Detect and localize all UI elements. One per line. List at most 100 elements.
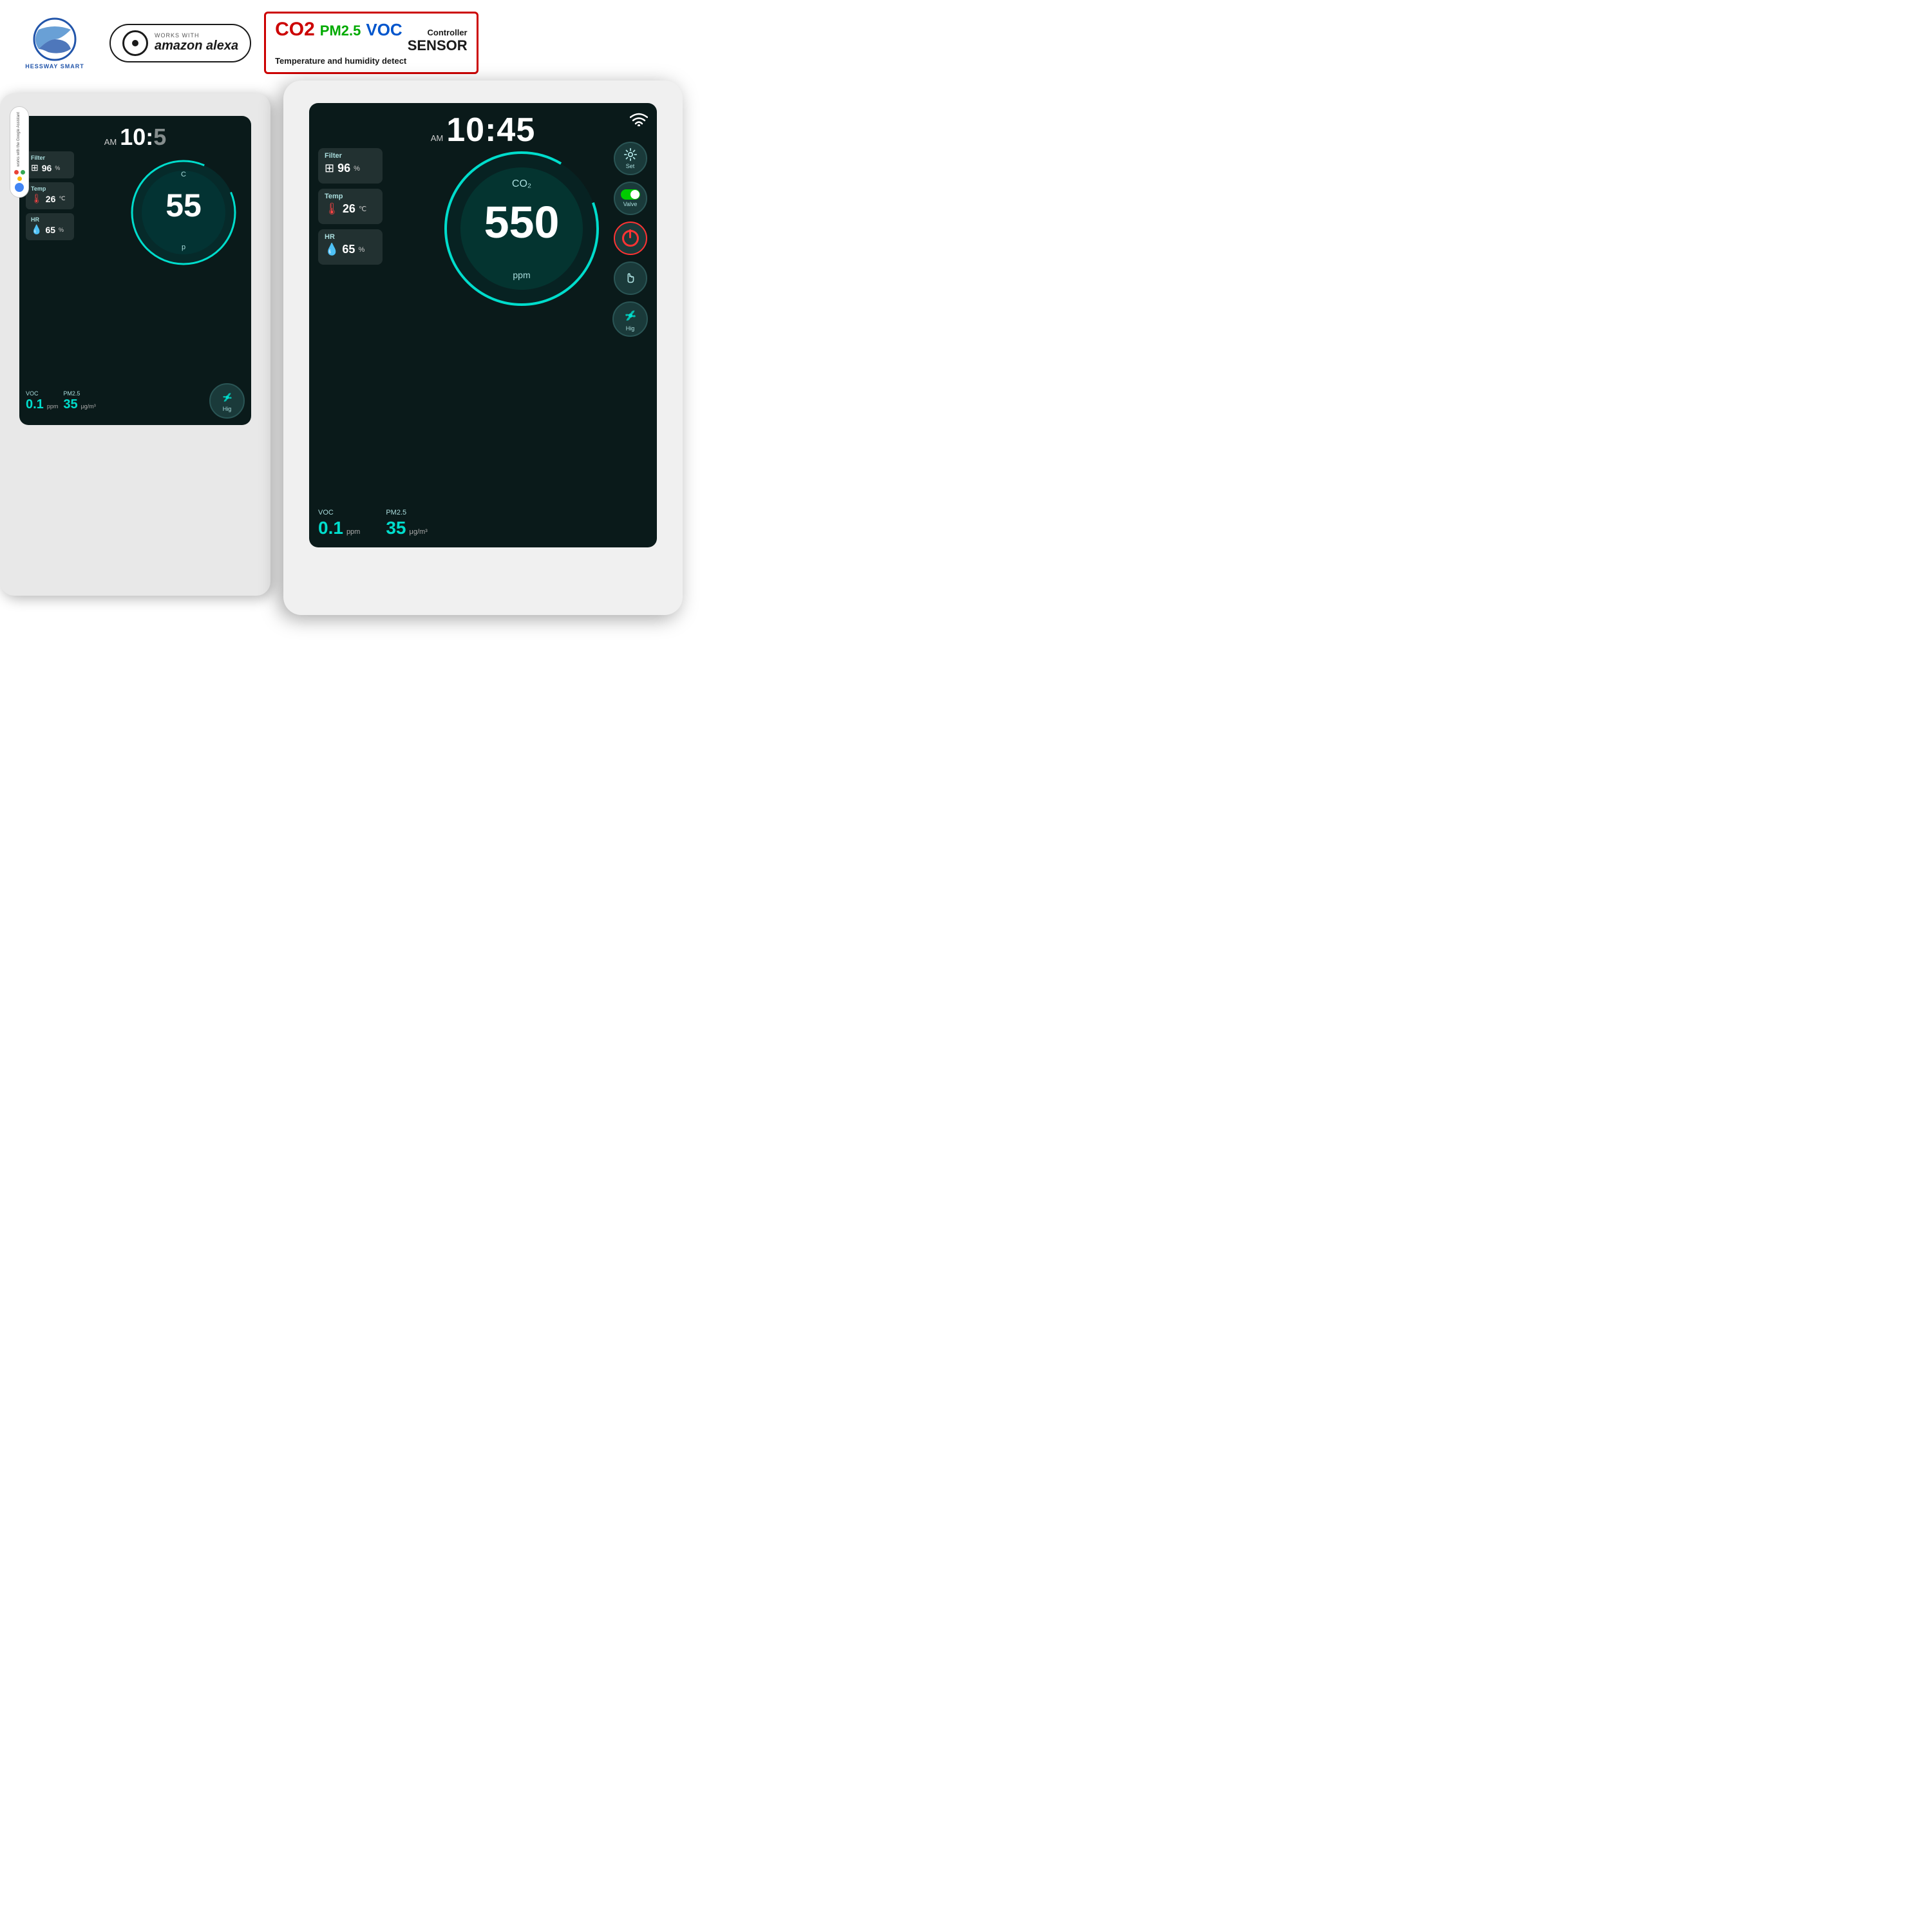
google-dot-red: [14, 170, 19, 175]
front-voc-unit: ppm: [346, 528, 360, 536]
temp-humid-label: Temperature and humidity detect: [275, 56, 406, 66]
power-button[interactable]: [614, 222, 647, 255]
back-hig-btn-container: Hig: [209, 383, 245, 419]
front-bottom-readings: VOC 0.1 ppm PM2.5 35 μg/m³: [318, 509, 648, 538]
device-front-screen-content: AM 10:45 Filter ⊞ 96 % Temp: [309, 103, 657, 547]
valve-toggle-knob: [630, 190, 639, 199]
back-co2-ppm: p: [182, 243, 185, 251]
front-voc-group: VOC 0.1 ppm: [318, 509, 360, 538]
front-co2-value: 550: [484, 196, 560, 248]
hessway-logo-icon: [26, 17, 84, 62]
back-bottom-readings: VOC 0.1 ppm PM2.5 35 μg/m³: [26, 383, 245, 419]
front-temp-title: Temp: [325, 193, 376, 200]
sensor-info-box: CO2 PM2.5 VOC Controller SENSOR Temperat…: [264, 12, 478, 74]
valve-label: Valve: [623, 201, 638, 207]
back-temp-card: Temp 🌡 26 ℃: [26, 182, 74, 209]
set-label: Set: [626, 163, 635, 169]
front-filter-title: Filter: [325, 152, 376, 160]
back-voc-value: 0.1: [26, 397, 44, 412]
google-dots-row1: [14, 170, 25, 175]
manual-button[interactable]: [614, 261, 647, 295]
alexa-text-group: WORKS WITH amazon alexa: [155, 32, 238, 53]
front-pm25-value: 35: [386, 518, 406, 538]
front-sensor-cards: Filter ⊞ 96 % Temp 🌡 26 ℃: [318, 148, 383, 265]
google-dot-green: [21, 170, 25, 175]
front-hr-value: 65: [342, 243, 355, 256]
sensor-top-row: CO2 PM2.5 VOC Controller SENSOR: [275, 19, 468, 54]
alexa-ring-inner: [132, 40, 138, 46]
wifi-icon-container: [630, 112, 648, 129]
google-assistant-badge: works with the Google Assistant: [10, 106, 29, 198]
back-temp-unit: ℃: [59, 195, 65, 202]
device-front-screen: AM 10:45 Filter ⊞ 96 % Temp: [309, 103, 657, 547]
back-hig-button[interactable]: Hig: [209, 383, 245, 419]
front-co2-ppm-unit: ppm: [513, 270, 530, 280]
back-co2-circle: C 55 p: [122, 151, 245, 274]
works-with-label: WORKS WITH: [155, 32, 238, 39]
front-hr-value-row: 💧 65 %: [325, 243, 376, 256]
google-dots: [14, 170, 25, 192]
back-pm25-value-row: 35 μg/m³: [63, 397, 95, 412]
back-temp-value: 26: [46, 194, 56, 204]
back-filter-unit: %: [55, 165, 60, 171]
fan-icon-back: [220, 390, 234, 404]
google-dot-yellow: [17, 176, 22, 181]
front-temp-unit: ℃: [359, 205, 366, 213]
back-hr-value-row: 💧 65 %: [31, 224, 69, 235]
back-voc-label: VOC: [26, 390, 58, 397]
front-pm25-group: PM2.5 35 μg/m³: [386, 509, 428, 538]
device-back: works with the Google Assistant AM: [0, 93, 270, 596]
front-hr-card: HR 💧 65 %: [318, 229, 383, 265]
back-co2-value: 55: [166, 187, 202, 224]
set-button[interactable]: Set: [614, 142, 647, 175]
logo-area: HESSWAY SMART: [13, 17, 97, 70]
google-dots-row3: [15, 183, 24, 192]
front-hr-unit: %: [358, 246, 365, 254]
logo-text: HESSWAY SMART: [25, 63, 84, 70]
back-am-label: AM: [104, 137, 117, 147]
fan-icon: [622, 307, 639, 324]
back-time-row: AM 10:5: [27, 124, 243, 152]
front-filter-value: 96: [337, 162, 350, 175]
wifi-icon: [630, 112, 648, 126]
back-sensor-cards: Filter ⊞ 96 % Temp 🌡 26 ℃: [26, 151, 74, 240]
back-hr-unit: %: [59, 227, 64, 233]
front-pm25-label: PM2.5: [386, 509, 428, 516]
back-voc-value-row: 0.1 ppm: [26, 397, 58, 412]
google-dots-row2: [17, 176, 22, 181]
back-filter-title: Filter: [31, 155, 69, 161]
front-filter-unit: %: [354, 165, 360, 173]
back-pm25-label: PM2.5: [63, 390, 95, 397]
front-voc-value-row: 0.1 ppm: [318, 518, 360, 538]
sensor-label: SENSOR: [408, 37, 468, 54]
back-temp-title: Temp: [31, 185, 69, 192]
back-filter-card: Filter ⊞ 96 %: [26, 151, 74, 178]
amazon-alexa-label: amazon alexa: [155, 39, 238, 53]
hig-button[interactable]: Hig: [612, 301, 648, 337]
front-pm25-value-row: 35 μg/m³: [386, 518, 428, 538]
valve-button[interactable]: Valve: [614, 182, 647, 215]
front-co2-circle-label: CO₂: [512, 178, 531, 190]
pm25-header-label: PM2.5: [320, 23, 361, 39]
back-pm25-group: PM2.5 35 μg/m³: [63, 390, 95, 412]
alexa-ring-icon: [122, 30, 148, 56]
back-hig-label: Hig: [223, 406, 232, 412]
device-back-screen: AM 10:5 Filter ⊞ 96 % Temp: [19, 116, 251, 425]
valve-toggle-switch[interactable]: [621, 189, 640, 200]
front-time-row: AM 10:45: [317, 111, 649, 149]
back-hr-value: 65: [45, 225, 55, 235]
back-hr-card: HR 💧 65 %: [26, 213, 74, 240]
front-voc-value: 0.1: [318, 518, 343, 538]
front-co2-circle: CO₂ 550 ppm: [438, 145, 605, 312]
front-hr-title: HR: [325, 233, 376, 241]
hand-icon: [623, 271, 638, 285]
back-temp-value-row: 🌡 26 ℃: [31, 193, 69, 204]
hig-label: Hig: [626, 325, 635, 332]
voc-header-label: VOC: [366, 20, 402, 40]
back-filter-value-row: ⊞ 96 %: [31, 162, 69, 173]
front-pm25-unit: μg/m³: [410, 528, 428, 536]
back-filter-value: 96: [42, 163, 52, 173]
co2-header-label: CO2: [275, 19, 315, 41]
device-back-screen-content: AM 10:5 Filter ⊞ 96 % Temp: [19, 116, 251, 425]
front-voc-label: VOC: [318, 509, 360, 516]
